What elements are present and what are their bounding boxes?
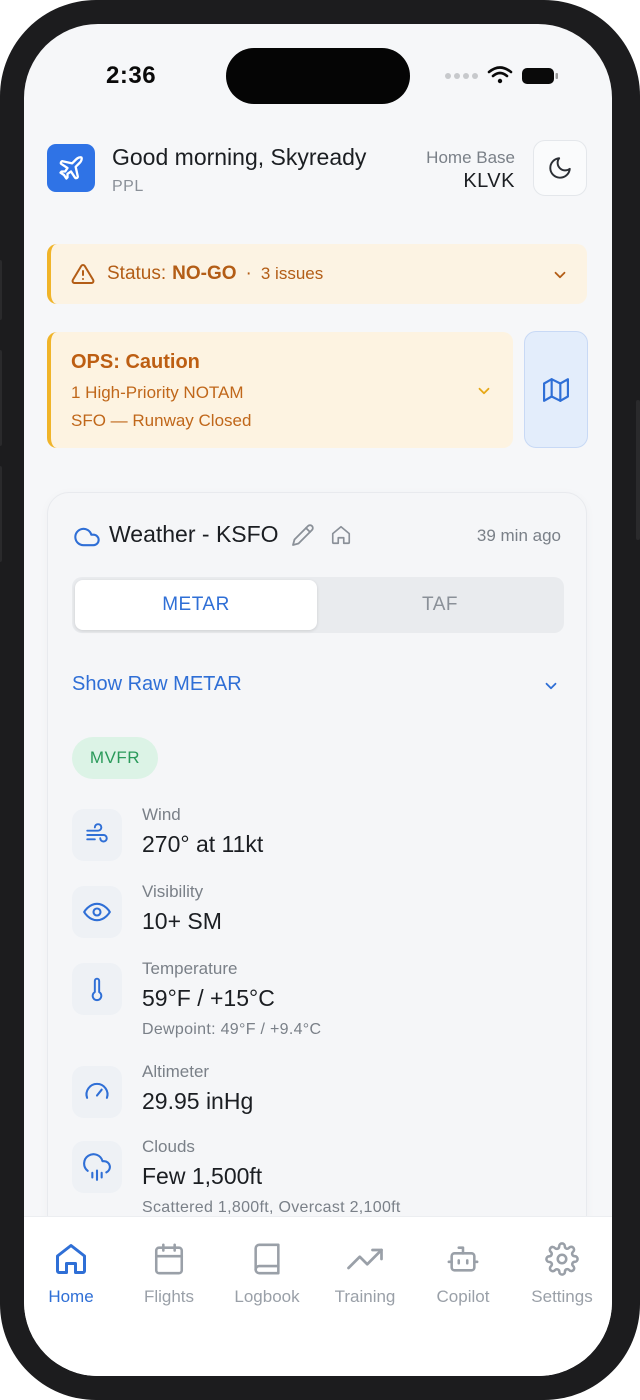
eye-icon xyxy=(72,886,122,938)
bottom-tab-bar: Home Flights Logbook Training Copilot Se… xyxy=(24,1216,612,1376)
visibility-value: 10+ SM xyxy=(142,908,222,934)
status-icons xyxy=(444,66,562,86)
screen: 2:36 Good morning, Skyready PPL Home Bas… xyxy=(24,24,612,1376)
map-button[interactable] xyxy=(524,331,588,448)
status-time: 2:36 xyxy=(106,62,157,89)
status-value: NO-GO xyxy=(172,263,237,284)
warning-triangle-icon xyxy=(71,263,95,284)
tab-copilot[interactable]: Copilot xyxy=(414,1239,512,1307)
tab-flights-label: Flights xyxy=(143,1287,195,1306)
temperature-value: 59°F / +15°C xyxy=(142,985,275,1011)
metar-taf-segmented-control: METAR TAF xyxy=(72,577,564,633)
pencil-icon[interactable] xyxy=(291,523,315,547)
chevron-down-icon[interactable] xyxy=(542,677,560,695)
weather-age: 39 min ago xyxy=(476,526,561,545)
wind-label: Wind xyxy=(142,805,181,824)
home-base-label: Home Base xyxy=(426,148,515,167)
tab-home[interactable]: Home xyxy=(24,1239,120,1307)
robot-icon xyxy=(447,1246,479,1272)
app-logo xyxy=(47,144,95,192)
ops-title: OPS: Caution xyxy=(71,351,200,373)
calendar-icon xyxy=(154,1243,184,1275)
altimeter-value: 29.95 inHg xyxy=(142,1088,254,1114)
visibility-label: Visibility xyxy=(142,882,204,901)
tab-home-label: Home xyxy=(48,1287,94,1306)
tab-training[interactable]: Training xyxy=(316,1239,414,1307)
ops-notam-detail: SFO — Runway Closed xyxy=(71,411,252,430)
flight-category-badge: MVFR xyxy=(72,737,158,779)
status-separator: · xyxy=(245,263,252,284)
tab-settings[interactable]: Settings xyxy=(513,1239,611,1307)
temperature-label: Temperature xyxy=(142,959,238,978)
home-icon xyxy=(56,1244,86,1274)
action-button xyxy=(0,260,2,320)
moon-icon xyxy=(549,157,571,179)
tab-taf[interactable]: TAF xyxy=(319,580,561,630)
home-base-code[interactable]: KLVK xyxy=(463,170,515,193)
cloud-rain-icon xyxy=(72,1141,122,1193)
map-icon xyxy=(543,377,569,402)
battery-icon xyxy=(522,68,558,84)
phone-frame: 2:36 Good morning, Skyready PPL Home Bas… xyxy=(0,0,640,1400)
wifi-icon xyxy=(487,66,513,84)
clouds-detail: Scattered 1,800ft, Overcast 2,100ft xyxy=(142,1199,401,1216)
tab-logbook-label: Logbook xyxy=(234,1287,300,1306)
show-raw-metar-toggle[interactable]: Show Raw METAR xyxy=(72,673,242,696)
weather-title: Weather - KSFO xyxy=(109,521,279,547)
gauge-icon xyxy=(72,1066,122,1118)
thermometer-icon xyxy=(72,963,122,1015)
volume-up-button xyxy=(0,350,2,446)
volume-down-button xyxy=(0,466,2,562)
chevron-down-icon xyxy=(478,387,490,395)
dynamic-island xyxy=(226,48,410,104)
gear-icon xyxy=(545,1242,579,1276)
signal-icon xyxy=(445,73,478,79)
clouds-value: Few 1,500ft xyxy=(142,1163,263,1189)
clouds-label: Clouds xyxy=(142,1137,195,1156)
airplane-icon xyxy=(59,156,83,180)
tab-training-label: Training xyxy=(334,1287,396,1306)
home-base-icon[interactable] xyxy=(330,524,352,546)
tab-flights[interactable]: Flights xyxy=(120,1239,218,1307)
tab-logbook[interactable]: Logbook xyxy=(218,1239,316,1307)
wind-value: 270° at 11kt xyxy=(142,831,264,857)
trending-up-icon xyxy=(347,1248,383,1270)
go-nogo-status-card[interactable]: Status: NO-GO · 3 issues xyxy=(47,244,587,304)
ops-caution-card[interactable]: OPS: Caution 1 High-Priority NOTAM SFO —… xyxy=(47,332,513,448)
pilot-license: PPL xyxy=(112,178,144,195)
chevron-down-icon xyxy=(554,271,566,279)
dewpoint-value: Dewpoint: 49°F / +9.4°C xyxy=(142,1021,322,1038)
greeting: Good morning, Skyready xyxy=(112,144,367,170)
tab-metar[interactable]: METAR xyxy=(75,580,317,630)
book-icon xyxy=(254,1243,280,1275)
status-label: Status: xyxy=(107,263,167,284)
tab-copilot-label: Copilot xyxy=(436,1287,490,1306)
power-button xyxy=(636,400,640,540)
tab-settings-label: Settings xyxy=(531,1287,593,1306)
status-issues: 3 issues xyxy=(260,264,324,283)
ops-notam-count: 1 High-Priority NOTAM xyxy=(71,383,244,402)
wind-icon xyxy=(72,809,122,861)
cloud-icon xyxy=(74,527,100,547)
theme-toggle-button[interactable] xyxy=(533,140,587,196)
altimeter-label: Altimeter xyxy=(142,1062,210,1081)
